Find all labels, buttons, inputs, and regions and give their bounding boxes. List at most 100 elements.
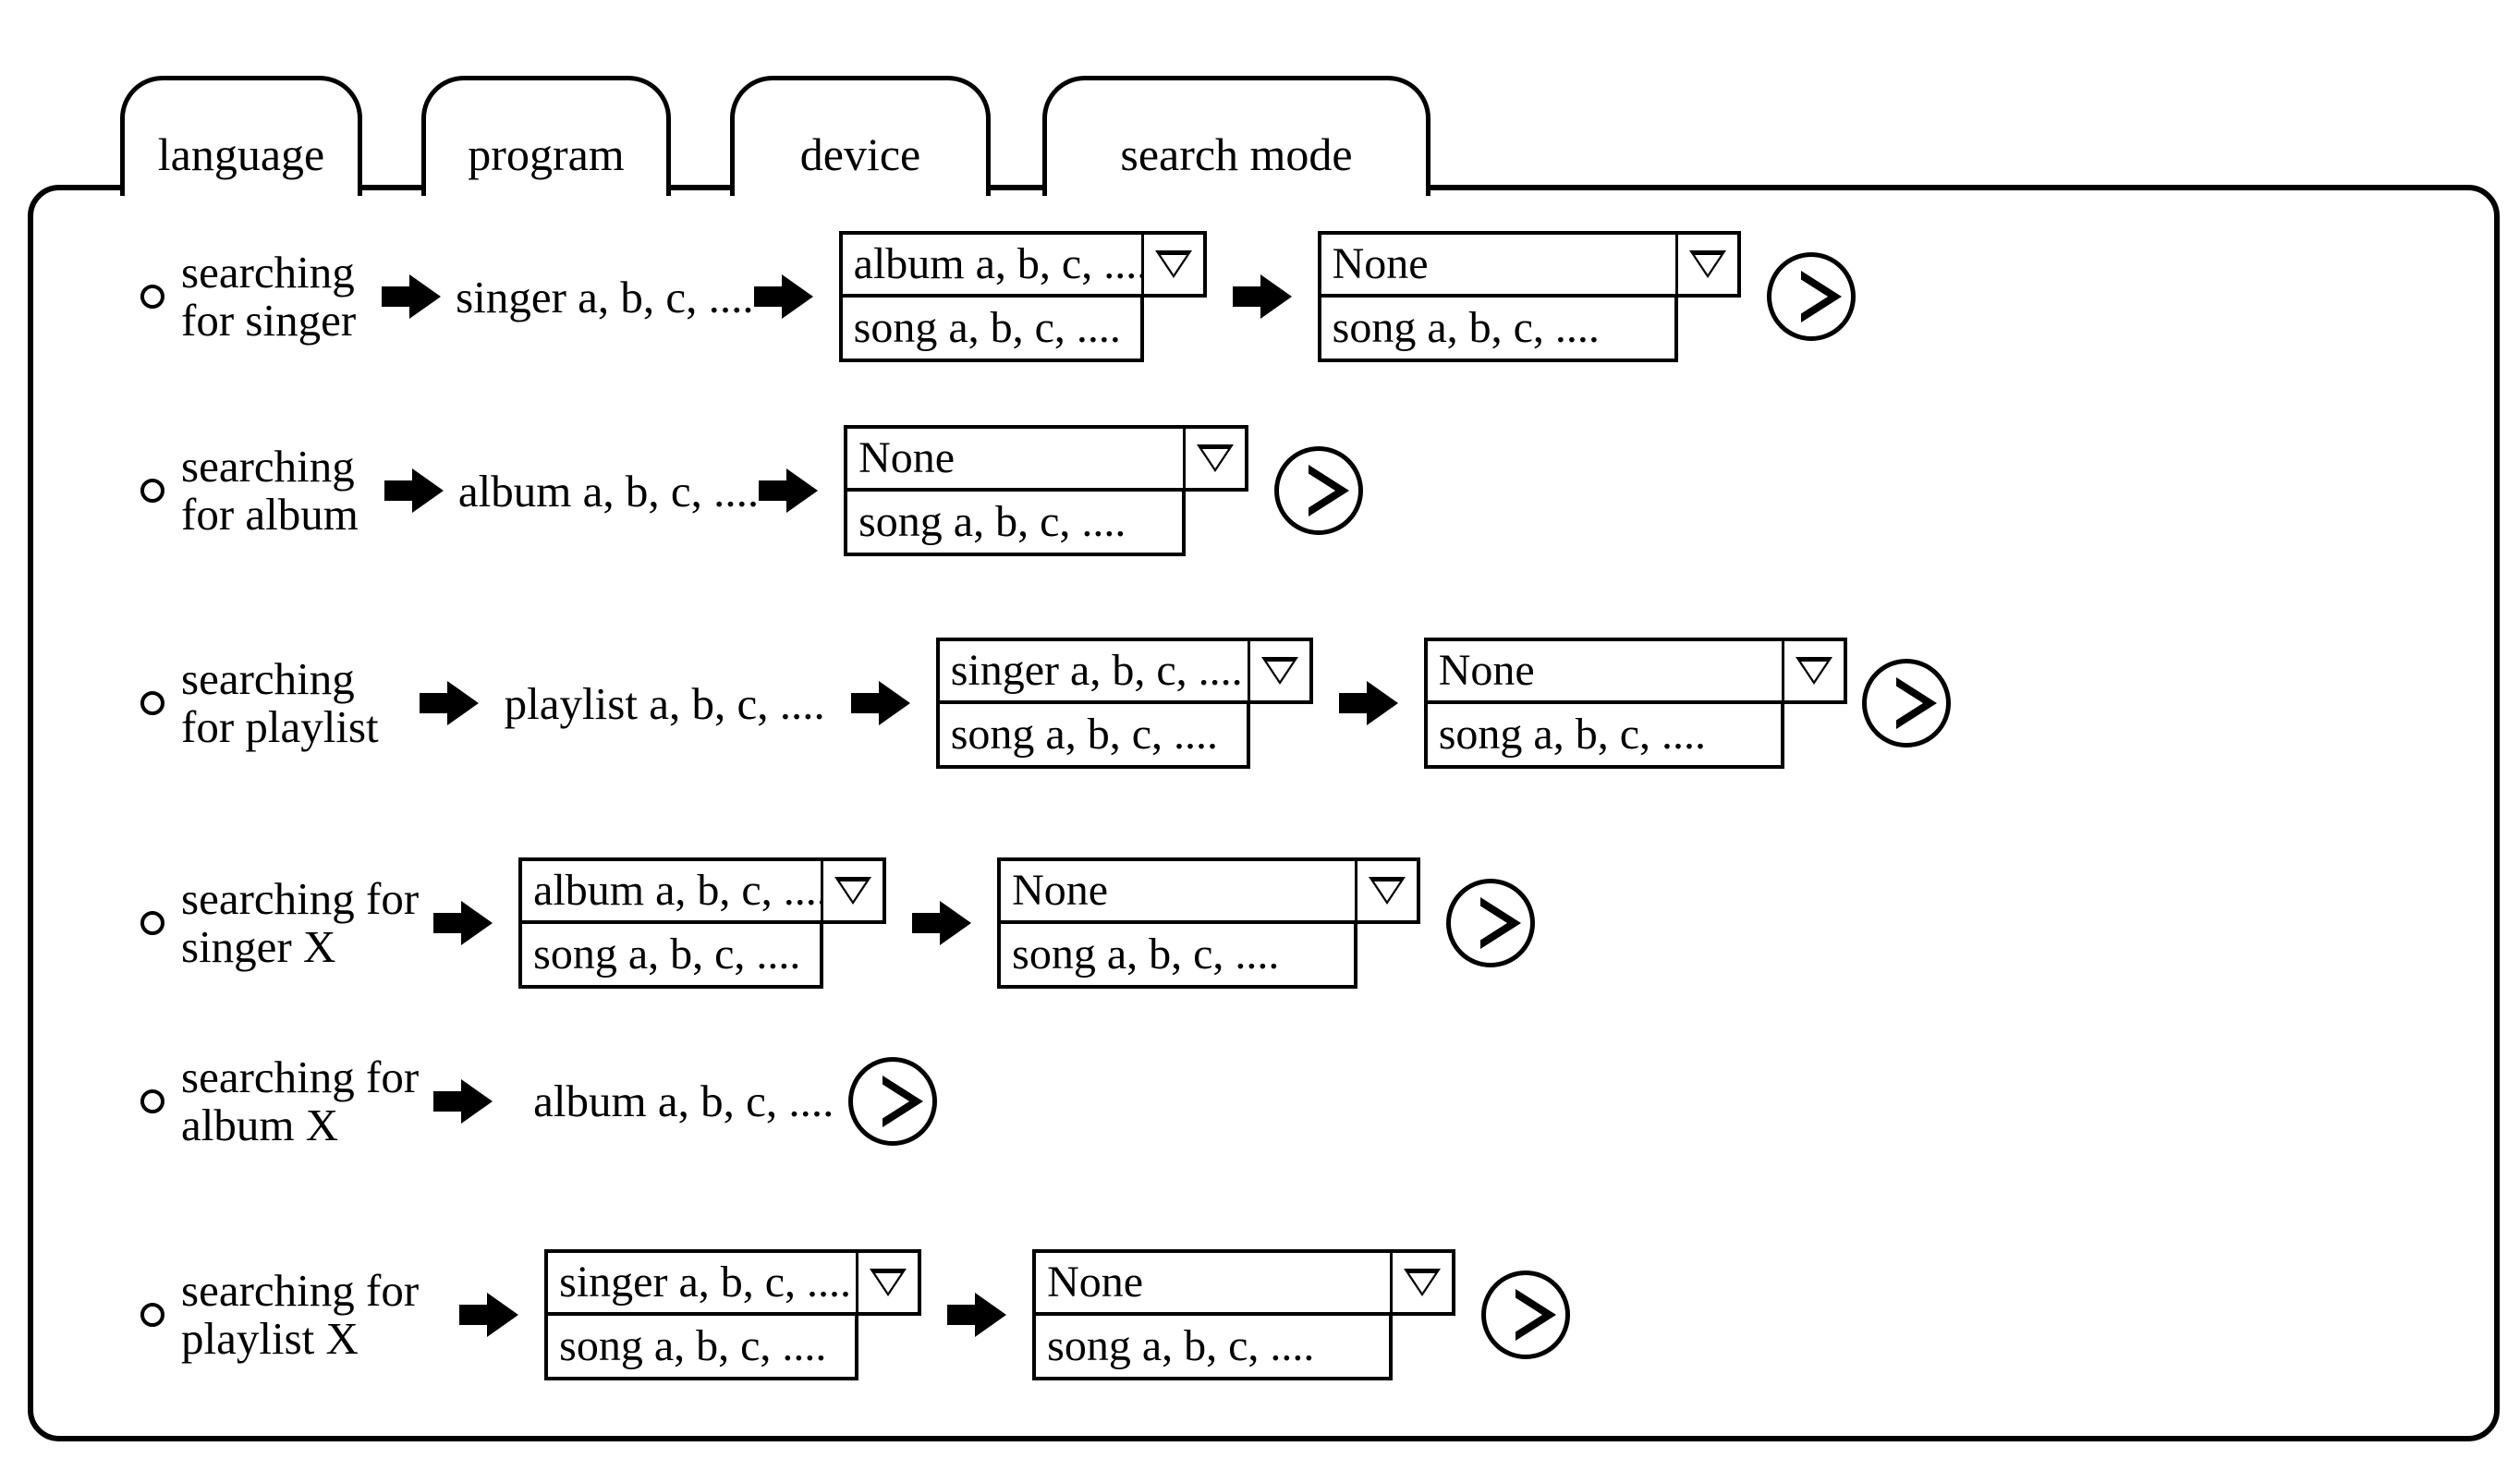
radio-searching-for-playlist-x[interactable] xyxy=(140,1303,164,1327)
tab-device[interactable]: device xyxy=(730,76,991,196)
dropdown-singer-row3[interactable]: singer a, b, c, .... song a, b, c, .... xyxy=(935,638,1313,769)
chevron-down-icon xyxy=(1369,877,1406,905)
row-label-searching-for-singer-x: searching for singer X xyxy=(181,875,419,971)
screenshot-canvas: language program device search mode sear… xyxy=(0,0,2520,1483)
dropdown-singer-row6-item[interactable]: song a, b, c, .... xyxy=(544,1316,859,1380)
row-label-searching-for-singer: searching for singer xyxy=(181,249,356,345)
row-searching-for-singer: searching for singer singer a, b, c, ...… xyxy=(140,231,1856,362)
dropdown-none-row3-value[interactable]: None xyxy=(1423,638,1784,704)
row-searching-for-playlist-x: searching for playlist X singer a, b, c,… xyxy=(140,1249,1571,1380)
dropdown-none-row2-value[interactable]: None xyxy=(844,425,1187,492)
dropdown-none-row6-value[interactable]: None xyxy=(1032,1249,1394,1316)
row-label-line1: searching xyxy=(181,247,355,298)
token-playlist-list: playlist a, b, c, .... xyxy=(504,677,825,729)
dropdown-none-row1-toggle[interactable] xyxy=(1677,231,1741,298)
dropdown-album-row1-value[interactable]: album a, b, c, .... xyxy=(838,231,1148,298)
dropdown-none-row2-item[interactable]: song a, b, c, .... xyxy=(844,492,1187,556)
chevron-down-icon xyxy=(834,877,872,905)
dropdown-album-row1[interactable]: album a, b, c, .... song a, b, c, .... xyxy=(838,231,1207,362)
tab-search-mode-label: search mode xyxy=(1120,128,1353,180)
arrow-right-icon xyxy=(753,274,813,319)
dropdown-singer-row6[interactable]: singer a, b, c, .... song a, b, c, .... xyxy=(544,1249,922,1380)
dropdown-none-row1[interactable]: None song a, b, c, .... xyxy=(1317,231,1741,362)
dropdown-none-row4-value[interactable]: None xyxy=(997,857,1358,924)
arrow-right-icon xyxy=(1338,681,1398,725)
dropdown-album-row1-toggle[interactable] xyxy=(1143,231,1207,298)
dropdown-none-row3-toggle[interactable] xyxy=(1783,638,1847,704)
play-button-row2[interactable] xyxy=(1274,446,1364,535)
row-label-line2: singer X xyxy=(181,921,336,972)
dropdown-none-row6-item[interactable]: song a, b, c, .... xyxy=(1032,1316,1394,1380)
row-label-searching-for-album-x: searching for album X xyxy=(181,1053,419,1149)
dropdown-album-row1-item[interactable]: song a, b, c, .... xyxy=(838,298,1144,362)
chevron-down-icon xyxy=(1260,657,1298,685)
dropdown-singer-row6-value[interactable]: singer a, b, c, .... xyxy=(544,1249,859,1316)
play-icon xyxy=(1512,1289,1557,1341)
dropdown-none-row3[interactable]: None song a, b, c, .... xyxy=(1423,638,1847,769)
radio-searching-for-playlist[interactable] xyxy=(140,691,164,715)
dropdown-none-row4[interactable]: None song a, b, c, .... xyxy=(997,857,1421,989)
chevron-down-icon xyxy=(870,1269,907,1296)
dropdown-none-row2-toggle[interactable] xyxy=(1186,425,1249,492)
tab-program-label: program xyxy=(468,128,625,180)
row-label-line1: searching for xyxy=(181,1051,420,1102)
play-icon xyxy=(1305,465,1350,517)
row-label-line2: for singer xyxy=(181,295,357,346)
chevron-down-icon xyxy=(1197,444,1235,472)
arrow-right-icon xyxy=(850,681,910,725)
play-icon xyxy=(1796,271,1842,322)
arrow-right-icon xyxy=(947,1293,1007,1337)
dropdown-none-row6-toggle[interactable] xyxy=(1393,1249,1456,1316)
token-album-list-row5: album a, b, c, .... xyxy=(533,1076,834,1127)
dropdown-singer-row6-toggle[interactable] xyxy=(858,1249,922,1316)
dropdown-album-row4[interactable]: album a, b, c, .... song a, b, c, .... xyxy=(518,857,887,989)
row-label-searching-for-playlist-x: searching for playlist X xyxy=(181,1267,419,1363)
arrow-right-icon xyxy=(419,681,479,725)
dropdown-singer-row3-toggle[interactable] xyxy=(1249,638,1313,704)
play-button-row1[interactable] xyxy=(1766,252,1856,341)
play-button-row4[interactable] xyxy=(1446,879,1536,967)
row-label-line2: for album xyxy=(181,489,359,540)
row-label-line2: album X xyxy=(181,1099,339,1150)
dropdown-none-row1-value[interactable]: None xyxy=(1317,231,1678,298)
dropdown-none-row2[interactable]: None song a, b, c, .... xyxy=(844,425,1249,556)
dropdown-singer-row3-item[interactable]: song a, b, c, .... xyxy=(935,704,1250,769)
dropdown-album-row4-toggle[interactable] xyxy=(823,857,887,924)
chevron-down-icon xyxy=(1404,1269,1442,1296)
dropdown-album-row4-value[interactable]: album a, b, c, .... xyxy=(518,857,828,924)
chevron-down-icon xyxy=(1688,250,1726,278)
row-label-line2: for playlist xyxy=(181,701,379,752)
row-label-line2: playlist X xyxy=(181,1313,359,1364)
tab-language[interactable]: language xyxy=(120,76,362,196)
tab-program[interactable]: program xyxy=(421,76,671,196)
dropdown-none-row3-item[interactable]: song a, b, c, .... xyxy=(1423,704,1784,769)
radio-searching-for-album-x[interactable] xyxy=(140,1088,164,1113)
arrow-right-icon xyxy=(383,468,444,513)
radio-searching-for-singer[interactable] xyxy=(140,285,164,309)
tab-search-mode[interactable]: search mode xyxy=(1042,76,1430,196)
play-button-row5[interactable] xyxy=(848,1056,938,1146)
dropdown-none-row4-item[interactable]: song a, b, c, .... xyxy=(997,924,1358,989)
dropdown-album-row4-item[interactable]: song a, b, c, .... xyxy=(518,924,824,989)
play-button-row3[interactable] xyxy=(1861,659,1951,748)
radio-searching-for-album[interactable] xyxy=(140,479,164,503)
dropdown-singer-row3-value[interactable]: singer a, b, c, .... xyxy=(935,638,1250,704)
play-button-row6[interactable] xyxy=(1481,1270,1571,1359)
arrow-right-icon xyxy=(912,901,972,945)
row-searching-for-album-x: searching for album X album a, b, c, ...… xyxy=(140,1053,938,1149)
token-singer-list: singer a, b, c, .... xyxy=(456,271,754,322)
arrow-right-icon xyxy=(459,1293,519,1337)
row-label-searching-for-album: searching for album xyxy=(181,443,359,539)
row-searching-for-playlist: searching for playlist playlist a, b, c,… xyxy=(140,638,1951,769)
play-icon xyxy=(879,1075,924,1127)
dropdown-none-row6[interactable]: None song a, b, c, .... xyxy=(1032,1249,1456,1380)
dropdown-none-row4-toggle[interactable] xyxy=(1357,857,1421,924)
dropdown-none-row1-item[interactable]: song a, b, c, .... xyxy=(1317,298,1678,362)
arrow-right-icon xyxy=(759,468,819,513)
tab-device-label: device xyxy=(799,128,921,180)
arrow-right-icon xyxy=(1232,274,1292,319)
radio-searching-for-singer-x[interactable] xyxy=(140,911,164,935)
play-icon xyxy=(1477,897,1522,949)
row-searching-for-album: searching for album album a, b, c, .... … xyxy=(140,425,1364,556)
arrow-right-icon xyxy=(433,1078,493,1124)
